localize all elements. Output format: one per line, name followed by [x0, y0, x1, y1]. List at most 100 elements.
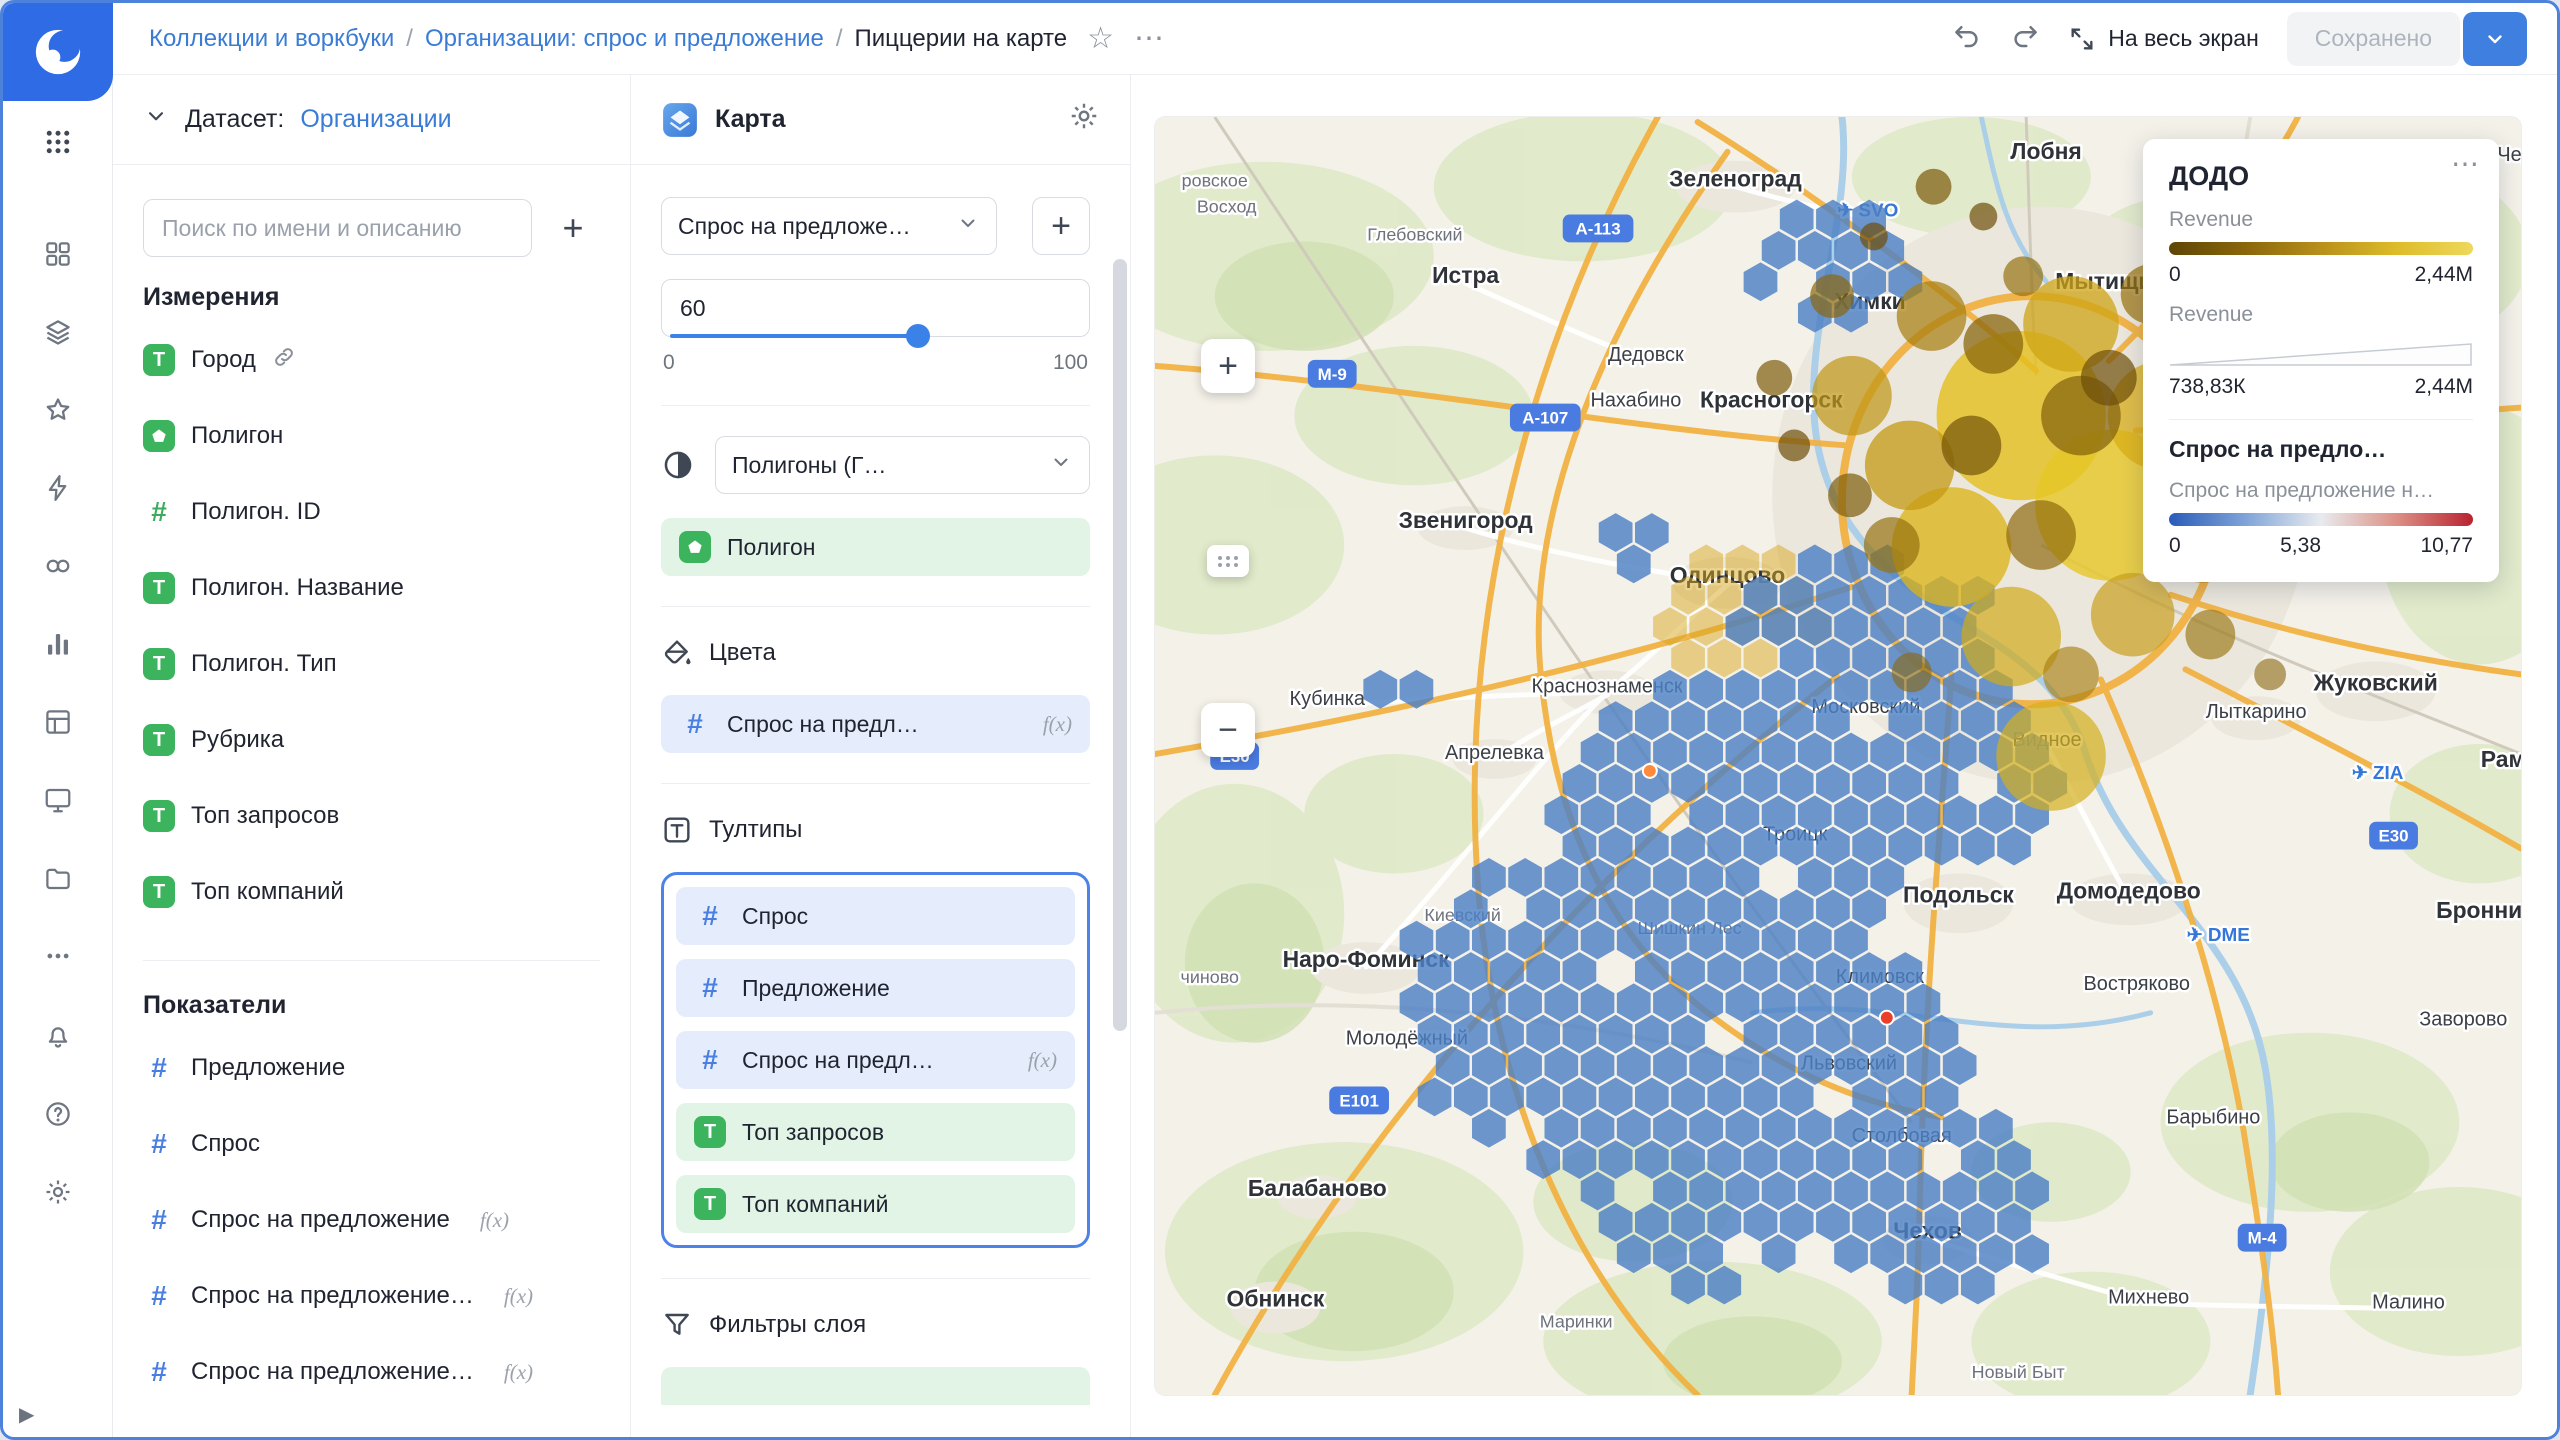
fullscreen-button[interactable]: На весь экран [2068, 25, 2259, 53]
tooltip-field-chip[interactable]: TТоп запросов [676, 1103, 1075, 1161]
chart-panel-header: Карта [631, 75, 1130, 165]
hash-icon: # [679, 708, 711, 740]
breadcrumb-item[interactable]: Организации: спрос и предложение [425, 25, 824, 53]
sidebar-item-help-icon[interactable] [26, 1085, 90, 1143]
map-label: Лыткарино [2206, 701, 2307, 723]
dataset-field-list: + Измерения TГородПолигон#Полигон. IDTПо… [113, 165, 630, 1437]
dimension-field-item[interactable]: Полигон [143, 398, 600, 474]
breadcrumb-separator: / [836, 25, 843, 53]
sidebar-item-storage-icon[interactable] [26, 849, 90, 907]
sidebar-item-connections-icon[interactable] [26, 537, 90, 595]
sidebar-item-bell-icon[interactable] [26, 1007, 90, 1065]
sidebar-item-settings-icon[interactable] [26, 1163, 90, 1221]
sidebar-item-collections-icon[interactable] [26, 303, 90, 361]
add-layer-button[interactable]: + [1032, 197, 1090, 255]
colors-section-header: Цвета [661, 637, 1090, 669]
text-field-icon: T [143, 800, 175, 832]
layer-select[interactable]: Спрос на предложе… [661, 197, 997, 255]
dimension-field-item[interactable]: #Полигон. ID [143, 474, 600, 550]
saved-button[interactable]: Сохранено [2287, 12, 2460, 66]
legend-size-min: 738,83К [2169, 375, 2245, 399]
dimension-field-item[interactable]: TГород [143, 322, 600, 398]
measure-field-item[interactable]: #Предложение [143, 1030, 600, 1106]
dimension-field-item[interactable]: TТоп компаний [143, 854, 600, 930]
legend-demand-mid: 5,38 [2280, 534, 2321, 558]
opacity-control[interactable]: 60 [661, 279, 1090, 337]
layer-filters-section-header: Фильтры слоя [661, 1309, 1090, 1341]
redo-button[interactable] [2010, 21, 2040, 56]
chip-label: Спрос на предл… [742, 1047, 934, 1074]
chart-settings-gear-icon[interactable] [1068, 100, 1100, 139]
dataset-link[interactable]: Организации [300, 105, 451, 134]
divider [2169, 419, 2473, 420]
revenue-bubble [1963, 314, 2023, 374]
sidebar-item-tables-icon[interactable] [26, 693, 90, 751]
scrollbar-track[interactable] [1113, 175, 1127, 1425]
more-options-icon[interactable]: ⋯ [1134, 24, 1166, 54]
collapse-sidebar-button[interactable]: ▶ [19, 1404, 34, 1426]
sidebar-item-widgets-icon[interactable] [26, 225, 90, 283]
sidebar-item-flash-icon[interactable] [26, 459, 90, 517]
topbar: Коллекции и воркбуки / Организации: спрос … [113, 3, 2557, 75]
sidebar-item-monitor-icon[interactable] [26, 771, 90, 829]
tooltips-title: Тултипы [709, 816, 802, 844]
chip-label: Полигон [727, 534, 815, 561]
dimension-field-item[interactable]: TПолигон. Название [143, 550, 600, 626]
funnel-icon [661, 1309, 693, 1341]
map-legend: ⋯ ДОДО Revenue 0 2,44M Revenue 738,83К 2… [2143, 139, 2499, 582]
layer-filter-field-chip[interactable] [661, 1367, 1090, 1405]
chevron-down-icon [1049, 450, 1073, 480]
geopolygon-field-chip[interactable]: Полигон [661, 518, 1090, 576]
dimensions-title: Измерения [143, 283, 600, 312]
chart-settings-body: Спрос на предложе… + 60 0 100 [631, 165, 1130, 1437]
opacity-slider-track[interactable] [670, 334, 916, 338]
revenue-bubble [2185, 610, 2235, 660]
map-canvas[interactable]: ЗеленоградЛобняПушкиноЧерМытищиХимкиКрас… [1155, 117, 2521, 1395]
clipped-filter-chip-wrap [661, 1367, 1090, 1405]
chevron-down-icon [143, 103, 169, 136]
tooltip-field-chip[interactable]: TТоп компаний [676, 1175, 1075, 1233]
revenue-bubble [1892, 652, 1932, 692]
sidebar-bottom-nav [26, 1007, 90, 1221]
dimension-field-item[interactable]: TРубрика [143, 702, 600, 778]
colors-field-chip[interactable]: # Спрос на предл… f(x) [661, 695, 1090, 753]
sidebar-item-charts-icon[interactable] [26, 615, 90, 673]
measure-field-item[interactable]: #Спрос на предложение…f(x) [143, 1258, 600, 1334]
dimension-field-item[interactable]: TТоп запросов [143, 778, 600, 854]
sidebar-item-favorites-icon[interactable] [26, 381, 90, 439]
geotype-select[interactable]: Полигоны (Г… [715, 436, 1090, 494]
chevron-down-icon [956, 211, 980, 241]
tooltip-field-chip[interactable]: #Спрос [676, 887, 1075, 945]
breadcrumb-item[interactable]: Коллекции и воркбуки [149, 25, 394, 53]
dimension-field-item[interactable]: TПолигон. Тип [143, 626, 600, 702]
zoom-out-button[interactable]: − [1201, 703, 1255, 757]
legend-demand-gradient [2169, 513, 2473, 526]
text-field-icon: T [694, 1188, 726, 1220]
legend-revenue-min: 0 [2169, 263, 2181, 287]
zoom-slider-handle[interactable] [1207, 545, 1249, 577]
map-label: Балабаново [1248, 1175, 1387, 1201]
search-input[interactable] [143, 199, 532, 257]
legend-demand-range: 0 5,38 10,77 [2169, 534, 2473, 558]
favorite-star-icon[interactable]: ☆ [1087, 24, 1114, 54]
map-label: ровское [1182, 171, 1248, 191]
app-logo[interactable] [3, 3, 113, 101]
measure-field-item[interactable]: #Спрос на предложениеf(x) [143, 1182, 600, 1258]
apps-grid-icon[interactable] [26, 113, 90, 171]
formula-icon: f(x) [1028, 1048, 1057, 1073]
save-dropdown-button[interactable] [2463, 12, 2527, 66]
tooltip-field-chip[interactable]: #Предложение [676, 959, 1075, 1017]
measure-field-item[interactable]: #Спрос на предложение…f(x) [143, 1334, 600, 1410]
tooltip-field-chip[interactable]: #Спрос на предл…f(x) [676, 1031, 1075, 1089]
dataset-panel-header[interactable]: Датасет: Организации [113, 75, 630, 165]
legend-more-icon[interactable]: ⋯ [2451, 147, 2479, 180]
add-field-button[interactable]: + [546, 201, 600, 255]
zoom-in-button[interactable]: + [1201, 339, 1255, 393]
field-label: Полигон [191, 422, 283, 450]
undo-button[interactable] [1952, 21, 1982, 56]
measure-field-item[interactable]: #Спрос [143, 1106, 600, 1182]
sidebar-item-more-icon[interactable] [26, 927, 90, 985]
legend-size-label: Revenue [2169, 303, 2473, 327]
opacity-slider-handle[interactable] [906, 324, 930, 348]
scrollbar-thumb[interactable] [1113, 259, 1127, 1031]
